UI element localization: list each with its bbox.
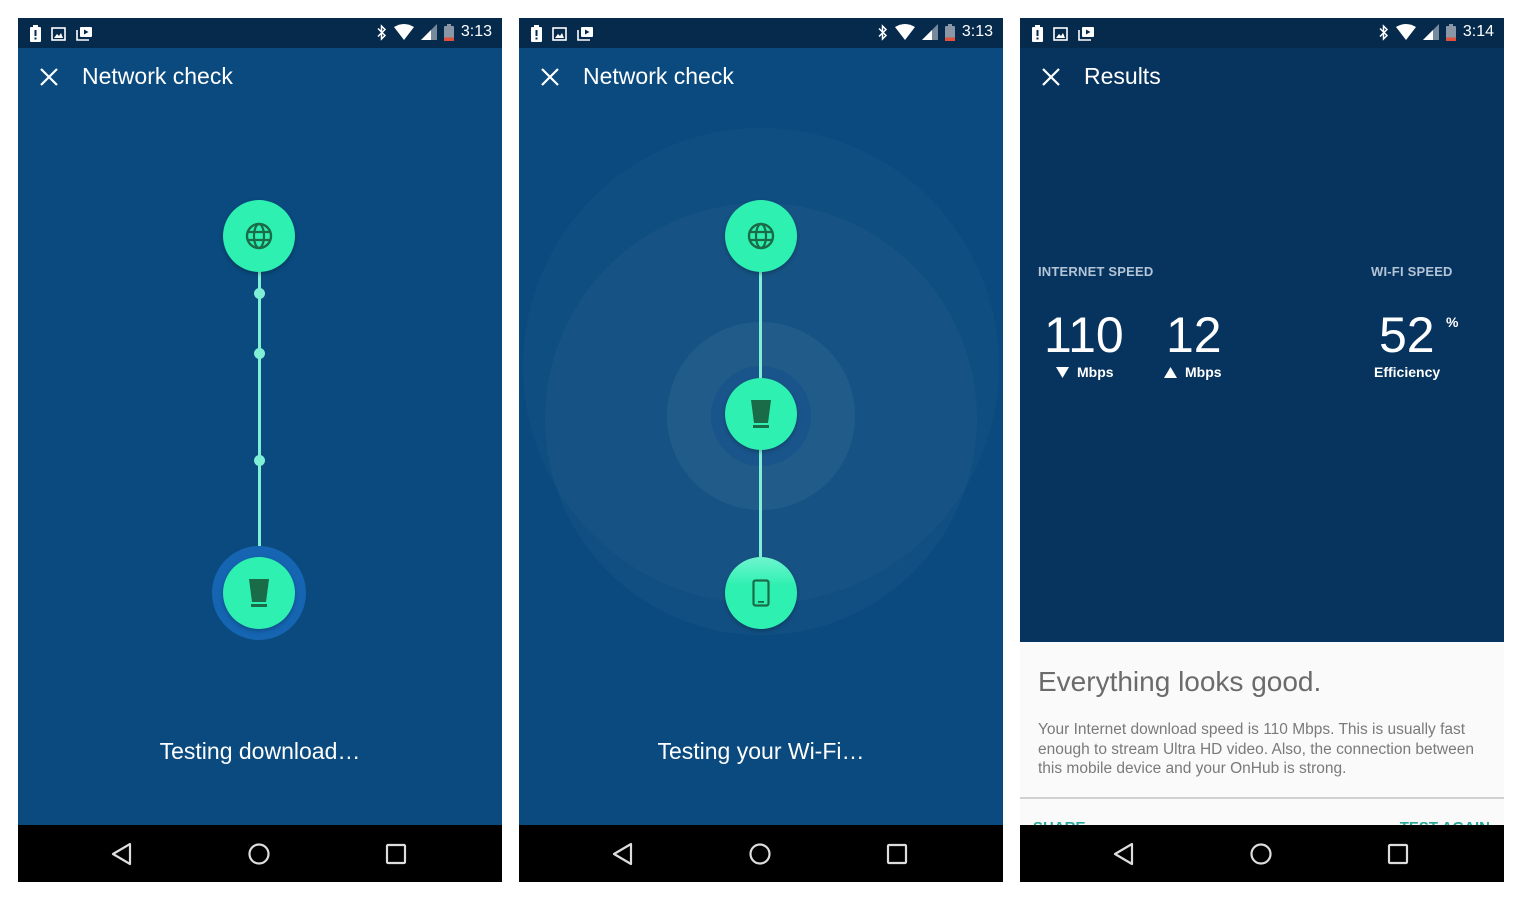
screen-content: Results INTERNET SPEED 110 Mbps 12 Mbps …	[1020, 48, 1504, 855]
page-title: Results	[1084, 63, 1161, 89]
wifi-speed-label: WI-FI SPEED	[1371, 264, 1453, 279]
wifi-efficiency-unit: Efficiency	[1374, 364, 1441, 380]
status-bar: 3:13	[18, 18, 502, 48]
battery-alert-icon	[1032, 25, 1043, 42]
progress-dot	[254, 348, 265, 359]
status-bar: 3:14	[1020, 18, 1504, 48]
summary-title: Everything looks good.	[1038, 666, 1322, 697]
results-summary-card: Everything looks good. Your Internet dow…	[1020, 642, 1504, 855]
router-icon	[751, 400, 771, 428]
battery-alert-icon	[30, 25, 41, 42]
percent-sign: %	[1446, 314, 1459, 330]
back-icon[interactable]	[1110, 839, 1140, 869]
arrow-down-icon	[1056, 366, 1069, 378]
download-speed-unit: Mbps	[1056, 364, 1114, 380]
recents-icon[interactable]	[1383, 839, 1413, 869]
download-unit-label: Mbps	[1077, 364, 1114, 380]
battery-low-icon	[443, 23, 454, 41]
wifi-icon	[894, 24, 915, 40]
phone-icon	[752, 579, 770, 607]
cell-signal-icon	[921, 24, 938, 40]
clock-time: 3:14	[1462, 23, 1494, 40]
upload-speed-unit: Mbps	[1164, 364, 1222, 380]
internet-node	[223, 200, 295, 272]
test-status-text: Testing download…	[159, 738, 361, 764]
globe-icon	[245, 222, 273, 250]
mobile-device-node	[725, 557, 797, 629]
media-play-icon	[577, 27, 593, 41]
cell-signal-icon	[420, 24, 437, 40]
wifi-icon	[1395, 24, 1416, 40]
network-chain	[519, 48, 1003, 825]
cell-signal-icon	[1422, 24, 1439, 40]
internet-node	[725, 200, 797, 272]
nav-bar	[18, 825, 502, 882]
battery-low-icon	[944, 23, 955, 41]
home-icon[interactable]	[244, 839, 274, 869]
screen-testing-wifi: 3:13 Network check Testing your Wi-Fi…	[519, 18, 1003, 882]
image-icon	[552, 26, 567, 41]
clock-time: 3:13	[460, 23, 492, 40]
globe-icon	[747, 222, 775, 250]
nav-bar	[519, 825, 1003, 882]
image-icon	[1053, 26, 1068, 41]
wifi-efficiency-value: 52	[1379, 307, 1435, 363]
network-chain	[18, 48, 502, 825]
bluetooth-icon	[1379, 23, 1388, 41]
wifi-icon	[393, 24, 414, 40]
recents-icon[interactable]	[381, 839, 411, 869]
upload-unit-label: Mbps	[1185, 364, 1222, 380]
chain-connector	[258, 268, 261, 558]
media-play-icon	[76, 27, 92, 41]
bluetooth-icon	[377, 23, 386, 41]
screen-content: Network check Testing your Wi-Fi…	[519, 48, 1003, 825]
status-bar: 3:13	[519, 18, 1003, 48]
router-icon	[249, 579, 269, 607]
screen-results: 3:14 Results INTERNET SPEED 110 Mbps 12 …	[1020, 18, 1504, 882]
download-speed-value: 110	[1044, 307, 1124, 363]
progress-dot	[254, 288, 265, 299]
home-icon[interactable]	[745, 839, 775, 869]
screen-testing-download: 3:13 Network check Testing download…	[18, 18, 502, 882]
router-node	[725, 378, 797, 450]
app-bar: Results	[1020, 48, 1504, 104]
media-play-icon	[1078, 27, 1094, 41]
progress-dot	[254, 455, 265, 466]
test-status-text: Testing your Wi-Fi…	[657, 738, 865, 764]
battery-alert-icon	[531, 25, 542, 42]
bluetooth-icon	[878, 23, 887, 41]
summary-body: Your Internet download speed is 110 Mbps…	[1038, 721, 1474, 777]
clock-time: 3:13	[961, 23, 993, 40]
upload-speed-value: 12	[1166, 307, 1222, 363]
back-icon[interactable]	[108, 839, 138, 869]
home-icon[interactable]	[1246, 839, 1276, 869]
screen-content: Network check Testing download…	[18, 48, 502, 825]
router-node	[223, 557, 295, 629]
back-icon[interactable]	[609, 839, 639, 869]
battery-low-icon	[1445, 23, 1456, 41]
arrow-up-icon	[1164, 366, 1177, 378]
recents-icon[interactable]	[882, 839, 912, 869]
image-icon	[51, 26, 66, 41]
internet-speed-label: INTERNET SPEED	[1038, 264, 1154, 279]
close-icon[interactable]	[1038, 64, 1064, 90]
nav-bar	[1020, 825, 1504, 882]
divider	[1020, 797, 1504, 799]
